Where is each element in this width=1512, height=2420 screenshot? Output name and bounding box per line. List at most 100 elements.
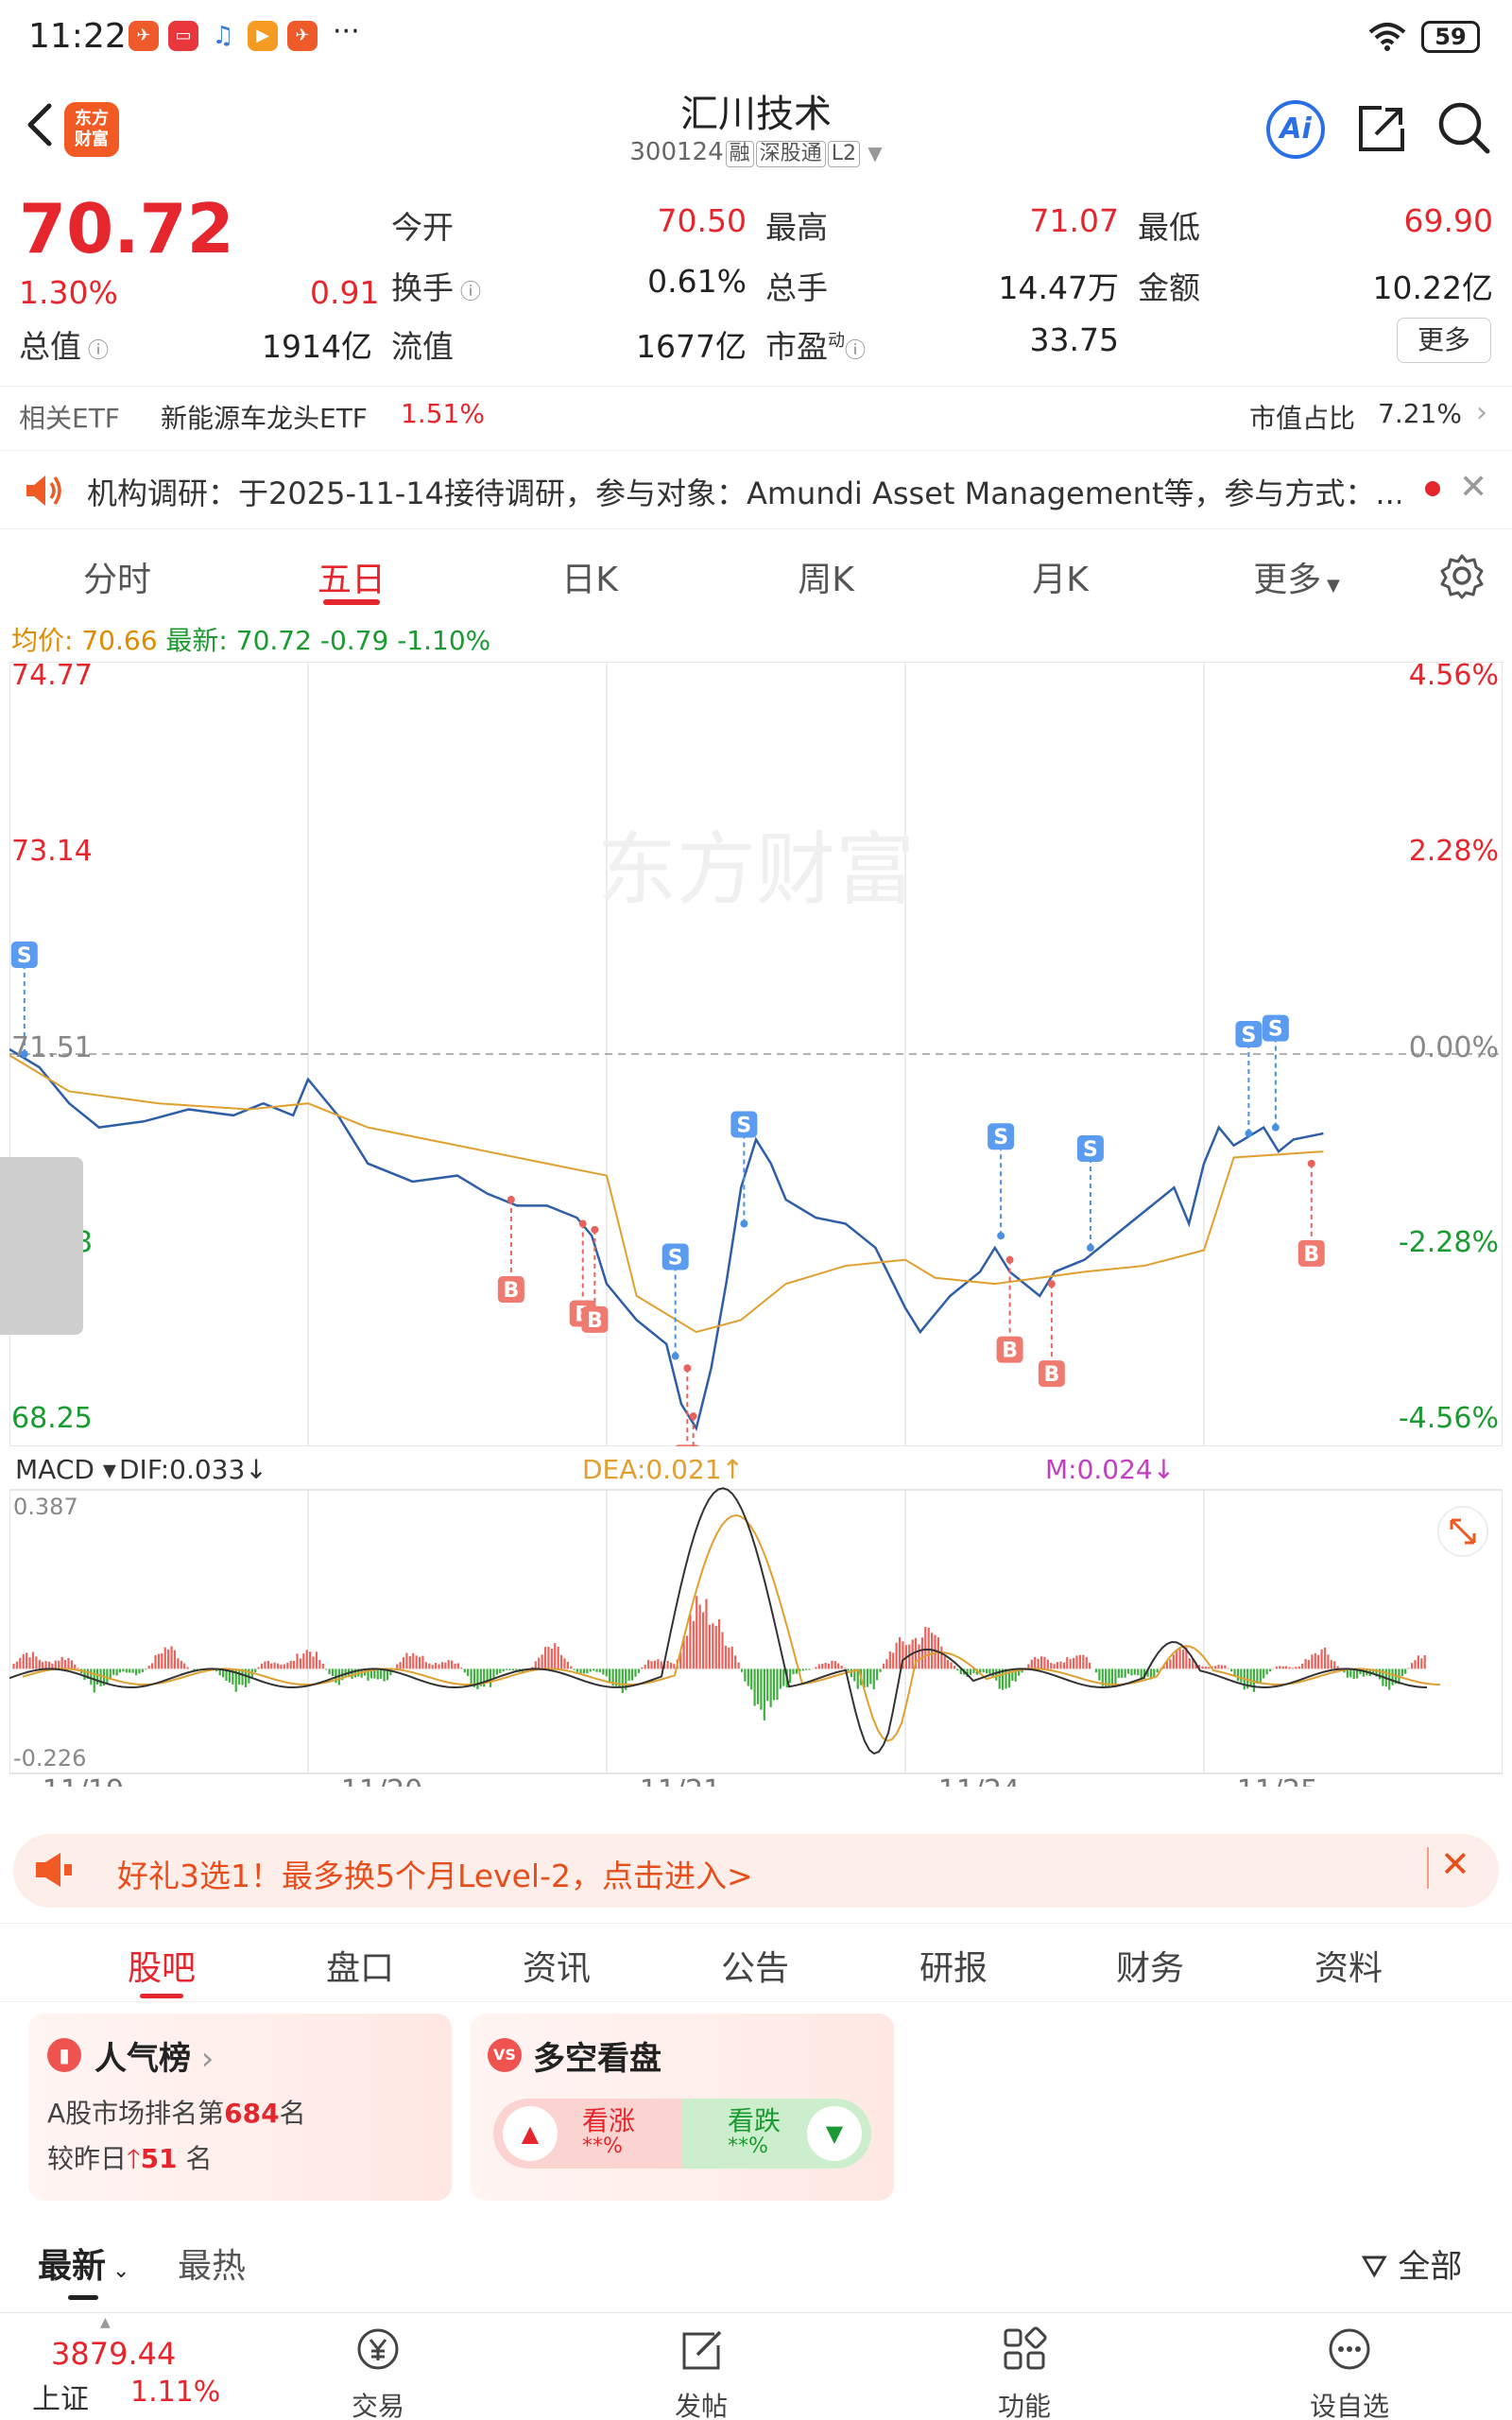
nav-post-label: 发帖: [674, 2391, 728, 2420]
macd-bar: [856, 1668, 859, 1689]
macd-bar: [1330, 1660, 1332, 1669]
tab-profile[interactable]: 资料: [1278, 1941, 1419, 1990]
macd-bar: [1400, 1668, 1403, 1677]
macd-bar: [351, 1668, 353, 1679]
macd-bar: [644, 1664, 646, 1669]
tab-financials[interactable]: 财务: [1079, 1941, 1221, 1990]
close-icon[interactable]: ✕: [1440, 1843, 1470, 1885]
etf-pct: 1.51%: [401, 398, 485, 429]
tab-research[interactable]: 研报: [883, 1941, 1024, 1990]
tab-five-day[interactable]: 五日: [266, 552, 437, 601]
ai-assistant-button[interactable]: Ai: [1266, 100, 1325, 159]
macd-bar: [1423, 1654, 1426, 1669]
nav-post[interactable]: 发帖: [635, 2325, 767, 2420]
tab-hottest[interactable]: 最热: [178, 2238, 246, 2288]
tab-news[interactable]: 资讯: [486, 1941, 627, 1990]
tab-announcements[interactable]: 公告: [684, 1941, 826, 1990]
signal-dot: [683, 1364, 692, 1373]
tab-more[interactable]: 更多 ▼: [1211, 552, 1382, 601]
current-price: 70.72: [19, 189, 234, 268]
y-axis-label-left: 74.77: [11, 662, 93, 692]
tab-daily-k[interactable]: 日K: [505, 552, 675, 601]
macd-bar: [331, 1668, 335, 1676]
tab-intraday[interactable]: 分时: [32, 552, 202, 601]
tab-weekly-k[interactable]: 周K: [741, 552, 911, 601]
macd-bar: [1272, 1668, 1275, 1669]
macd-bar: [685, 1635, 689, 1669]
total-cap-label[interactable]: 总值 ⓘ: [19, 321, 109, 367]
macd-bar: [609, 1668, 611, 1682]
macd-bar: [920, 1637, 923, 1669]
five-day-price-chart[interactable]: 东方财富SBBBSBBSSBBSSSB74.7773.1471.5169.886…: [9, 662, 1503, 1446]
avg-price-line: [9, 1054, 1324, 1334]
tab-latest[interactable]: 最新 ⌄: [38, 2238, 129, 2288]
macd-bar: [1124, 1668, 1126, 1678]
macd-bar: [831, 1660, 833, 1669]
macd-bar: [708, 1624, 711, 1669]
content-tabs: 股吧 盘口 资讯 公告 研报 财务 资料: [0, 1923, 1512, 2002]
filter-button[interactable]: ⛛ 全部: [1361, 2240, 1462, 2287]
macd-bar: [309, 1651, 312, 1669]
macd-bar: [879, 1668, 882, 1672]
macd-bar: [502, 1668, 505, 1672]
macd-bar: [837, 1663, 840, 1669]
macd-bar: [750, 1668, 753, 1690]
macd-indicator-select: MACD ▾: [15, 1454, 116, 1485]
macd-bar: [1126, 1668, 1130, 1674]
bullish-button[interactable]: ▲ 看涨 **%: [493, 2099, 690, 2169]
tab-guba[interactable]: 股吧: [91, 1941, 232, 1990]
macd-bar: [145, 1668, 147, 1670]
share-icon[interactable]: [1353, 100, 1410, 157]
related-etf-row[interactable]: 相关ETF 新能源车龙头ETF 1.51% 市值占比 7.21% ›: [0, 386, 1512, 442]
macd-bar: [696, 1596, 698, 1669]
macd-bar: [1304, 1659, 1307, 1669]
latest-value: 70.72: [235, 625, 312, 656]
macd-bar: [186, 1667, 189, 1669]
nav-functions[interactable]: 功能: [958, 2325, 1091, 2420]
bearish-button[interactable]: 看跌 **% ▼: [682, 2099, 871, 2169]
signal-dot: [740, 1219, 748, 1228]
index-ticker[interactable]: ▲ 3879.44 上证 1.11%: [19, 2313, 220, 2420]
macd-bar: [1085, 1656, 1088, 1669]
macd-bar: [869, 1668, 872, 1685]
macd-bar: [454, 1663, 456, 1669]
macd-bar: [1263, 1668, 1265, 1679]
close-icon[interactable]: ✕: [1459, 468, 1487, 507]
tab-pankou[interactable]: 盘口: [289, 1941, 431, 1990]
pe-label[interactable]: 市盈动ⓘ: [765, 321, 866, 367]
bullish-label: 看涨: [582, 2105, 636, 2136]
nav-add-watchlist[interactable]: 设自选: [1283, 2325, 1416, 2420]
change-value: 0.91: [310, 274, 380, 311]
macd-bar: [1075, 1655, 1078, 1669]
info-icon: ⓘ: [454, 281, 481, 304]
macd-bar: [1121, 1668, 1124, 1678]
macd-bar: [1169, 1659, 1172, 1669]
macd-chart[interactable]: MACD ▾ DIF:0.033↓ DEA:0.021↑ M:0.024↓ 0.387 -…: [9, 1446, 1503, 1787]
macd-bar: [412, 1652, 415, 1669]
popularity-card[interactable]: ▮ 人气榜 › A股市场排名第684名 较昨日🡑51 名: [28, 2014, 452, 2201]
macd-bar: [1030, 1659, 1033, 1669]
nav-trade[interactable]: 交易: [312, 2325, 444, 2420]
turnover-label[interactable]: 换手 ⓘ: [391, 263, 481, 308]
promo-banner[interactable]: 好礼3选1！最多换5个月Level-2，点击进入> ✕: [13, 1834, 1499, 1908]
macd-bar: [167, 1649, 170, 1669]
tab-monthly-k[interactable]: 月K: [975, 552, 1145, 601]
latest-change: -0.79: [319, 625, 389, 656]
bull-bear-card[interactable]: VS 多空看盘 ▲ 看涨 **% 看跌 **% ▼: [471, 2014, 894, 2201]
macd-bar: [495, 1668, 498, 1675]
macd-bar: [769, 1668, 772, 1707]
macd-bar: [312, 1656, 315, 1669]
macd-bar: [1181, 1649, 1185, 1669]
macd-bar: [238, 1668, 241, 1685]
macd-bar: [447, 1660, 450, 1669]
macd-bar: [1204, 1667, 1207, 1669]
search-icon[interactable]: [1435, 98, 1493, 157]
more-fields-button[interactable]: 更多: [1397, 318, 1491, 363]
notice-row[interactable]: 机构调研：于2025-11-14接待调研，参与对象：Amundi Asset M…: [0, 450, 1512, 529]
y-axis-label-left: 73.14: [11, 835, 93, 868]
gear-icon[interactable]: [1438, 552, 1486, 603]
app-notification-icon: ✈: [129, 21, 159, 51]
side-drawer-handle[interactable]: [0, 1157, 83, 1335]
macd-bar: [402, 1657, 405, 1669]
macd-bar: [689, 1614, 692, 1669]
